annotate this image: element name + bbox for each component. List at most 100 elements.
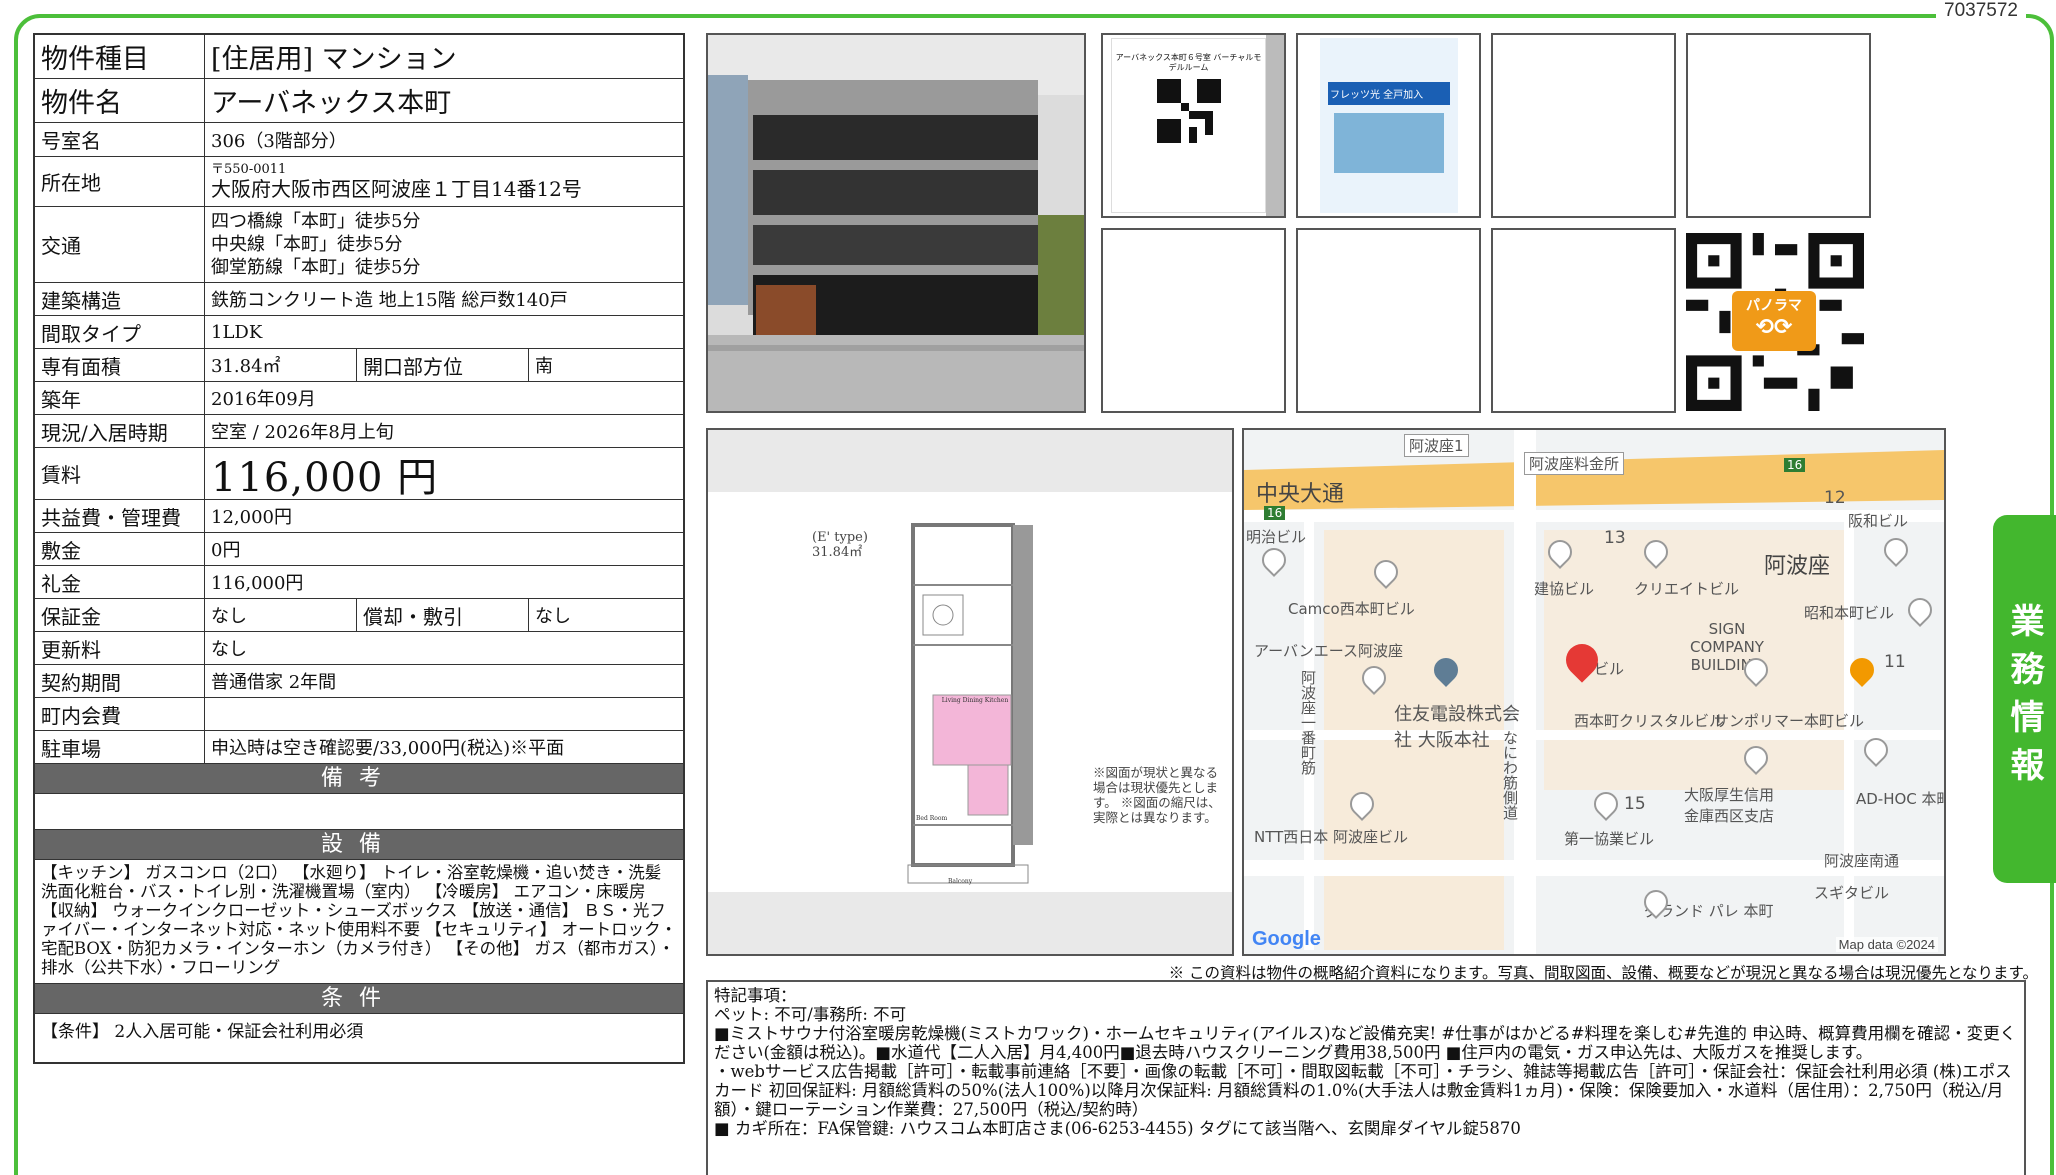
floor-plan-type-label: (E' type) — [812, 530, 868, 545]
contract-value: 普通借家 2年間 — [211, 672, 337, 693]
row-key-money: 礼金 116,000円 — [35, 566, 683, 599]
parking-label: 駐車場 — [35, 731, 205, 763]
map-label-crystal: 西本町クリスタルビル — [1574, 712, 1725, 730]
access-line: 四つ橋線「本町」徒歩5分 — [211, 211, 421, 232]
amortization-label: 償却・敷引 — [356, 599, 528, 631]
map-label-urban-ace: アーバンエース阿波座 — [1254, 642, 1403, 660]
thumbnail-empty — [1491, 228, 1676, 413]
map-label-daiichi: 第一協業ビル — [1564, 830, 1655, 848]
key-money-label: 礼金 — [35, 566, 205, 598]
row-property-type: 物件種目 [住居用] マンション — [35, 35, 683, 79]
floor-plan[interactable]: (E' type) 31.84㎡ Living Dining Kitchen B… — [706, 428, 1234, 956]
qr-card: アーバネックス本町６号室 バーチャルモデルルーム — [1111, 38, 1266, 213]
thumbnail-qr-model-room[interactable]: アーバネックス本町６号室 バーチャルモデルルーム — [1101, 33, 1286, 218]
renewal-value: なし — [211, 639, 247, 660]
town-fee-value — [205, 698, 683, 730]
row-renewal: 更新料 なし — [35, 632, 683, 665]
map-label-kosei-bank: 大阪厚生信用金庫西区支店 — [1684, 786, 1775, 825]
property-name-value: アーバネックス本町 — [211, 88, 452, 119]
map-label-awaza1: 阿波座1 — [1404, 434, 1469, 457]
panorama-qr[interactable]: パノラマ ⟲⟳ — [1686, 233, 1864, 411]
special-notes-line: ■ミストサウナ付浴室暖房乾燥機(ミストカワック)・ホームセキュリティ(アイルス)… — [714, 1024, 2017, 1062]
map-block-11: 11 — [1884, 652, 1906, 672]
layout-label: 間取タイプ — [35, 316, 205, 348]
map-block-12: 12 — [1824, 488, 1846, 508]
map-label-awaza: 阿波座 — [1764, 554, 1831, 579]
map-label-naniwasuji: なにわ筋側道 — [1501, 730, 1519, 820]
special-notes-line: ・webサービス広告掲載［許可］・転載事前連絡［不要］・画像の転載［不可］・間取… — [714, 1062, 2012, 1119]
key-money-value: 116,000円 — [211, 573, 304, 594]
business-info-tab[interactable]: 業務情報 — [1993, 515, 2056, 883]
orientation-value: 南 — [528, 349, 683, 381]
building-photo[interactable] — [706, 33, 1086, 413]
map-label-sunpolymer: サンポリマー本町ビル — [1714, 712, 1865, 730]
map-label-chuo-odori: 中央大通 — [1256, 482, 1345, 507]
flyer-badge: フレッツ光 全戸加入 — [1328, 82, 1450, 105]
route-16-badge: 16 — [1264, 506, 1286, 520]
special-notes-line: ペット: 不可/事務所: 不可 — [714, 1005, 907, 1024]
property-info-table: 物件種目 [住居用] マンション 物件名 アーバネックス本町 号室名 306（3… — [33, 33, 685, 1064]
map-label-tollgate: 阿波座料金所 — [1524, 452, 1625, 475]
row-address: 所在地 〒550-0011 大阪府大阪市西区阿波座１丁目14番12号 — [35, 157, 683, 207]
fee-label: 共益費・管理費 — [35, 500, 205, 532]
row-guarantee: 保証金 なし 償却・敷引 なし — [35, 599, 683, 632]
parking-value: 申込時は空き確認要/33,000円(税込)※平面 — [211, 738, 565, 759]
room-balcony-label: Balcony — [948, 878, 973, 885]
guarantee-split: なし 償却・敷引 なし — [205, 599, 683, 631]
map-label-ntt: NTT西日本 阿波座ビル — [1254, 828, 1409, 846]
address-label: 所在地 — [35, 157, 205, 206]
map-label-awaza-minami: 阿波座南通 — [1824, 852, 1900, 870]
notes-body — [35, 794, 683, 830]
renewal-label: 更新料 — [35, 632, 205, 664]
address-cell: 〒550-0011 大阪府大阪市西区阿波座１丁目14番12号 — [205, 157, 683, 206]
map-label-sugita: スギタビル — [1814, 884, 1890, 902]
status-value: 空室 / 2026年8月上旬 — [211, 422, 394, 443]
built-label: 築年 — [35, 382, 205, 414]
location-map[interactable]: 中央大通 阿波座1 阿波座料金所 明治ビル Camco西本町ビル アーバンエース… — [1242, 428, 1946, 956]
access-label: 交通 — [35, 207, 205, 282]
map-label-camco: Camco西本町ビル — [1288, 600, 1415, 618]
row-rent: 賃料 116,000 円 — [35, 448, 683, 501]
row-built: 築年 2016年09月 — [35, 382, 683, 415]
map-label-meiji: 明治ビル — [1246, 528, 1307, 546]
map-roads — [1244, 430, 1944, 954]
structure-label: 建築構造 — [35, 283, 205, 315]
thumbnail-empty — [1491, 33, 1676, 218]
guarantee-label: 保証金 — [35, 599, 205, 631]
special-notes: 特記事項： ペット: 不可/事務所: 不可 ■ミストサウナ付浴室暖房乾燥機(ミス… — [706, 980, 2026, 1175]
postal-code: 〒550-0011 — [211, 161, 287, 177]
google-logo: Google — [1252, 928, 1321, 950]
equipment-header: 設備 — [35, 830, 683, 860]
special-notes-line: ■ カギ所在：FA保管鍵: ハウスコム本町店さま(06-6253-4455) タ… — [714, 1119, 1521, 1138]
thumbnail-flets-flyer[interactable]: フレッツ光 全戸加入 — [1296, 33, 1481, 218]
rent-label: 賃料 — [35, 448, 205, 499]
deposit-label: 敷金 — [35, 533, 205, 565]
row-fee: 共益費・管理費 12,000円 — [35, 500, 683, 533]
row-access: 交通 四つ橋線「本町」徒歩5分 中央線「本町」徒歩5分 御堂筋線「本町」徒歩5分 — [35, 207, 683, 283]
room-bedroom-label: Bed Room — [916, 815, 948, 822]
row-room-number: 号室名 306（3階部分） — [35, 123, 683, 157]
row-layout: 間取タイプ 1LDK — [35, 316, 683, 349]
deposit-value: 0円 — [211, 540, 241, 561]
row-deposit: 敷金 0円 — [35, 533, 683, 566]
route-16-badge: 16 — [1784, 458, 1806, 472]
row-parking: 駐車場 申込時は空き確認要/33,000円(税込)※平面 — [35, 731, 683, 764]
conditions-text: 【条件】 2人入居可能・保証会社利用必須 — [41, 1022, 364, 1042]
layout-value: 1LDK — [211, 321, 263, 343]
conditions-header: 条件 — [35, 984, 683, 1014]
map-label-hanwa: 阪和ビル — [1848, 512, 1909, 530]
floor-plan-drawing — [907, 523, 1033, 884]
room-number-value: 306（3階部分） — [211, 130, 347, 152]
amortization-value: なし — [528, 599, 683, 631]
thumbnail-empty — [1101, 228, 1286, 413]
status-label: 現況/入居時期 — [35, 415, 205, 447]
built-value: 2016年09月 — [211, 389, 316, 410]
structure-value: 鉄筋コンクリート造 地上15階 総戸数140戸 — [211, 290, 568, 311]
rent-value: 116,000 円 — [211, 454, 439, 501]
guarantee-value: なし — [211, 606, 247, 627]
access-line: 御堂筋線「本町」徒歩5分 — [211, 257, 421, 278]
floor-plan-area-label: 31.84㎡ — [812, 545, 863, 560]
map-label-create: クリエイトビル — [1634, 580, 1740, 598]
row-structure: 建築構造 鉄筋コンクリート造 地上15階 総戸数140戸 — [35, 283, 683, 316]
fee-value: 12,000円 — [211, 507, 292, 528]
